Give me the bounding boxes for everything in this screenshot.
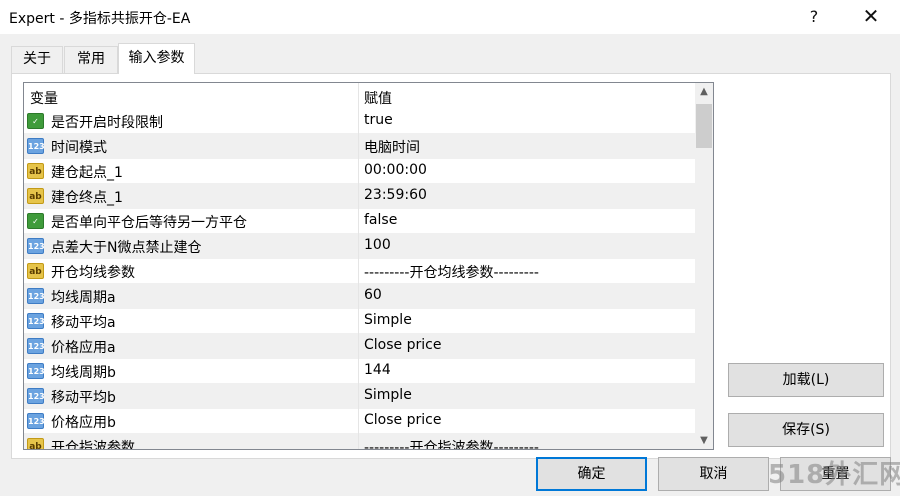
variable-value[interactable]: Simple xyxy=(364,387,412,403)
table-row[interactable]: ab 建仓起点_1 00:00:00 xyxy=(24,159,695,184)
variable-value[interactable]: 电脑时间 xyxy=(364,137,420,157)
number-type-icon: 123 xyxy=(27,413,45,429)
number-type-icon: 123 xyxy=(27,363,45,379)
number-type-icon: 123 xyxy=(27,138,45,154)
variable-name: 建仓起点_1 xyxy=(51,165,123,181)
tab-inputs[interactable]: 输入参数 xyxy=(118,43,195,74)
grid-header: 变量 赋值 xyxy=(24,83,695,109)
watermark-logo: 518外汇网 xyxy=(768,460,900,490)
save-button[interactable]: 保存(S) xyxy=(728,413,884,447)
variable-name: 均线周期a xyxy=(51,290,116,306)
table-row[interactable]: 123 均线周期a 60 xyxy=(24,284,695,309)
number-type-icon: 123 xyxy=(27,288,45,304)
table-row[interactable]: 123 点差大于N微点禁止建仓 100 xyxy=(24,234,695,259)
variable-name: 移动平均a xyxy=(51,315,116,331)
variable-name: 时间模式 xyxy=(51,140,107,156)
table-row[interactable]: 123 价格应用b Close price xyxy=(24,409,695,434)
number-type-icon: 123 xyxy=(27,238,45,254)
variable-value[interactable]: ---------开仓均线参数--------- xyxy=(364,262,539,282)
variable-name: 开仓均线参数 xyxy=(51,265,135,281)
variable-value[interactable]: Simple xyxy=(364,312,412,328)
table-row[interactable]: ✓ 是否单向平仓后等待另一方平仓 false xyxy=(24,209,695,234)
grid-rows: ✓ 是否开启时段限制 true 123 时间模式 电脑时间 ab 建仓起点_1 00:00:00… xyxy=(24,109,695,450)
number-type-icon: 123 xyxy=(27,338,45,354)
inputs-grid[interactable]: 变量 赋值 ✓ 是否开启时段限制 true 123 时间模式 电脑时间 ab 建仓起点_1 00… xyxy=(23,82,714,450)
variable-name: 建仓终点_1 xyxy=(51,190,123,206)
table-row[interactable]: 123 均线周期b 144 xyxy=(24,359,695,384)
string-type-icon: ab xyxy=(27,188,44,204)
tab-common[interactable]: 常用 xyxy=(64,46,118,73)
table-row[interactable]: ✓ 是否开启时段限制 true xyxy=(24,109,695,134)
close-button[interactable]: ✕ xyxy=(849,2,893,30)
variable-value[interactable]: false xyxy=(364,212,397,228)
table-row[interactable]: ab 建仓终点_1 23:59:60 xyxy=(24,184,695,209)
help-button[interactable]: ? xyxy=(792,2,836,30)
scroll-thumb[interactable] xyxy=(696,104,712,148)
variable-name: 价格应用a xyxy=(51,340,116,356)
title-bar: Expert - 多指标共振开仓-EA ? ✕ xyxy=(0,0,900,34)
table-row[interactable]: ab 开仓指波参数 ---------开仓指波参数--------- xyxy=(24,434,695,450)
table-row[interactable]: 123 移动平均a Simple xyxy=(24,309,695,334)
table-row[interactable]: 123 移动平均b Simple xyxy=(24,384,695,409)
number-type-icon: 123 xyxy=(27,388,45,404)
load-button[interactable]: 加载(L) xyxy=(728,363,884,397)
variable-value[interactable]: 00:00:00 xyxy=(364,162,427,178)
scroll-up-icon[interactable]: ▲ xyxy=(695,83,713,100)
number-type-icon: 123 xyxy=(27,313,45,329)
variable-value[interactable]: 23:59:60 xyxy=(364,187,427,203)
variable-name: 均线周期b xyxy=(51,365,116,381)
window-title: Expert - 多指标共振开仓-EA xyxy=(9,11,191,27)
table-row[interactable]: 123 时间模式 电脑时间 xyxy=(24,134,695,159)
variable-value[interactable]: 100 xyxy=(364,237,391,253)
tab-panel: 变量 赋值 ✓ 是否开启时段限制 true 123 时间模式 电脑时间 ab 建仓起点_1 00… xyxy=(11,73,891,459)
header-variable[interactable]: 变量 xyxy=(30,88,58,108)
header-value[interactable]: 赋值 xyxy=(364,88,392,108)
ok-button[interactable]: 确定 xyxy=(536,457,647,491)
variable-name: 开仓指波参数 xyxy=(51,440,135,450)
variable-name: 移动平均b xyxy=(51,390,116,406)
variable-name: 价格应用b xyxy=(51,415,116,431)
string-type-icon: ab xyxy=(27,438,44,449)
string-type-icon: ab xyxy=(27,163,44,179)
vertical-scrollbar[interactable]: ▲ ▼ xyxy=(695,83,713,449)
variable-value[interactable]: 60 xyxy=(364,287,382,303)
bool-type-icon: ✓ xyxy=(27,113,44,129)
variable-name: 是否单向平仓后等待另一方平仓 xyxy=(51,215,247,231)
string-type-icon: ab xyxy=(27,263,44,279)
bool-type-icon: ✓ xyxy=(27,213,44,229)
variable-name: 是否开启时段限制 xyxy=(51,115,163,131)
variable-value[interactable]: ---------开仓指波参数--------- xyxy=(364,437,539,449)
tab-about[interactable]: 关于 xyxy=(11,46,63,73)
table-row[interactable]: ab 开仓均线参数 ---------开仓均线参数--------- xyxy=(24,259,695,284)
variable-name: 点差大于N微点禁止建仓 xyxy=(51,240,202,256)
table-row[interactable]: 123 价格应用a Close price xyxy=(24,334,695,359)
variable-value[interactable]: Close price xyxy=(364,337,441,353)
variable-value[interactable]: 144 xyxy=(364,362,391,378)
variable-value[interactable]: true xyxy=(364,112,393,128)
cancel-button[interactable]: 取消 xyxy=(658,457,769,491)
variable-value[interactable]: Close price xyxy=(364,412,441,428)
scroll-down-icon[interactable]: ▼ xyxy=(695,432,713,449)
